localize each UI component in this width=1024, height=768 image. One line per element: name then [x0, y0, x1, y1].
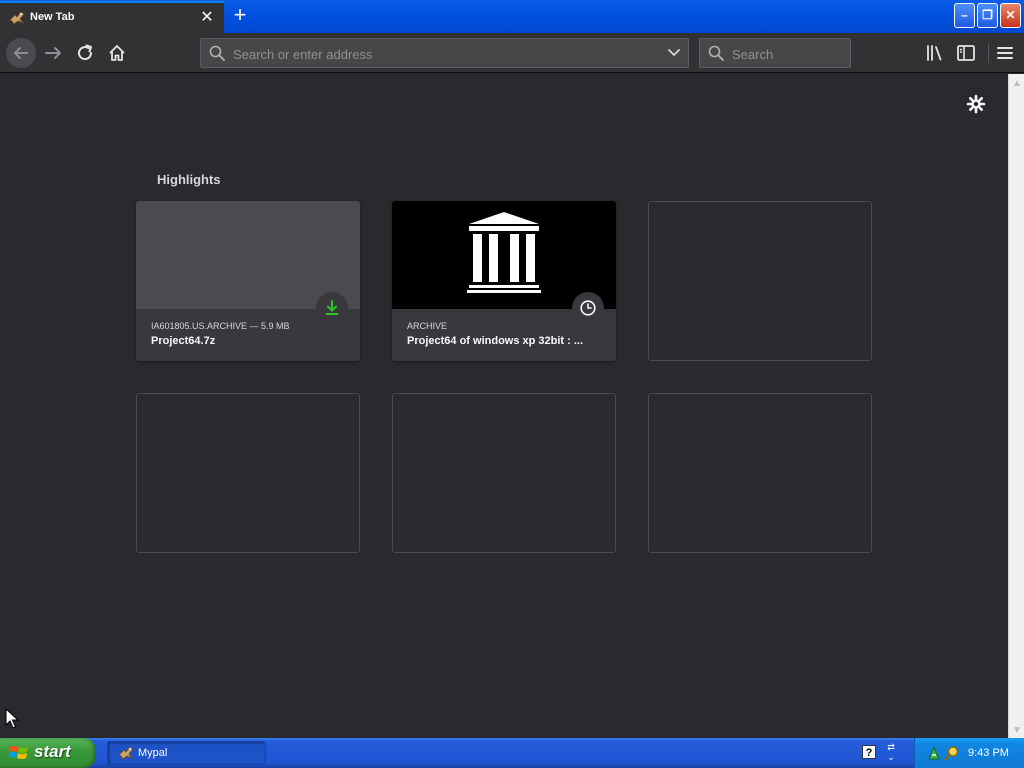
- library-icon[interactable]: [923, 41, 947, 65]
- home-icon[interactable]: [105, 41, 129, 65]
- card-source: IA601805.US.ARCHIVE — 5.9 MB: [151, 321, 290, 331]
- tab-new-tab[interactable]: New Tab ✕: [0, 1, 224, 33]
- tab-title: New Tab: [30, 11, 75, 23]
- scroll-down-arrow-icon[interactable]: ▼: [1012, 725, 1022, 736]
- help-icon[interactable]: ?: [862, 745, 876, 759]
- new-tab-button[interactable]: +: [229, 4, 251, 27]
- gear-icon[interactable]: [966, 94, 986, 114]
- vertical-scrollbar[interactable]: ▲ ▼: [1008, 74, 1024, 738]
- restore-icon: ❐: [982, 8, 993, 22]
- card-badge: [316, 292, 348, 324]
- taskbar-item-label: Mypal: [138, 747, 168, 759]
- card-title: Project64.7z: [151, 335, 216, 347]
- close-icon: ✕: [1005, 8, 1016, 22]
- restore-button[interactable]: ❐: [977, 3, 998, 28]
- forward-arrow-icon[interactable]: [42, 41, 66, 65]
- chevron-down-icon[interactable]: [667, 48, 681, 58]
- url-bar[interactable]: [200, 38, 689, 68]
- minimize-button[interactable]: –: [954, 3, 975, 28]
- close-window-button[interactable]: ✕: [1000, 3, 1021, 28]
- search-input[interactable]: [732, 46, 842, 62]
- windows-logo-icon: [9, 746, 28, 759]
- back-button[interactable]: [6, 38, 36, 68]
- search-icon: [708, 45, 724, 61]
- scroll-up-arrow-icon[interactable]: ▲: [1012, 78, 1022, 89]
- minimize-icon: –: [961, 8, 968, 22]
- card-badge: [572, 292, 604, 324]
- mypal-favicon-icon: [9, 11, 25, 25]
- start-label: start: [34, 742, 71, 761]
- taskbar-item-mypal[interactable]: Mypal: [107, 741, 266, 765]
- network-tray-icon[interactable]: [927, 745, 941, 761]
- history-icon: [580, 300, 596, 316]
- system-tray: 9:43 PM: [914, 738, 1024, 768]
- screen: New Tab ✕ + – ❐ ✕ Search or enter addres…: [0, 0, 1024, 768]
- empty-card-placeholder: [648, 393, 872, 553]
- mouse-cursor-icon: [5, 708, 19, 729]
- empty-card-placeholder: [648, 201, 872, 361]
- taskbar: start Mypal ? ⇄ ⌄ 9:43 PM: [0, 738, 1024, 768]
- language-switch-icon[interactable]: ⇄ ⌄: [884, 742, 898, 764]
- start-button[interactable]: start: [0, 738, 96, 768]
- card-source: ARCHIVE: [407, 321, 448, 331]
- reload-icon[interactable]: [73, 41, 97, 65]
- highlight-card[interactable]: ARCHIVE Project64 of windows xp 32bit : …: [392, 201, 616, 361]
- download-icon: [325, 300, 339, 315]
- empty-card-placeholder: [136, 393, 360, 553]
- highlight-card[interactable]: IA601805.US.ARCHIVE — 5.9 MB Project64.7…: [136, 201, 360, 361]
- section-title-highlights: Highlights: [157, 172, 221, 187]
- hamburger-menu-icon[interactable]: [993, 41, 1017, 65]
- mypal-app-icon: [118, 746, 134, 760]
- url-input[interactable]: [233, 46, 653, 62]
- back-arrow-icon: [14, 47, 28, 59]
- nav-toolbar: [0, 33, 1024, 73]
- archive-logo-icon: [467, 212, 541, 293]
- search-bar[interactable]: [699, 38, 851, 68]
- toolbar-divider: [988, 43, 989, 63]
- clock: 9:43 PM: [968, 747, 1009, 759]
- card-title: Project64 of windows xp 32bit : ...: [407, 335, 584, 347]
- search-tray-icon[interactable]: [944, 745, 960, 761]
- sidebar-icon[interactable]: [954, 41, 978, 65]
- new-tab-page: Highlights IA601805.US.ARCHIVE — 5.9 MB …: [0, 74, 1008, 738]
- close-tab-icon[interactable]: ✕: [198, 9, 216, 27]
- search-icon: [209, 45, 225, 61]
- title-bar: New Tab ✕ + – ❐ ✕: [0, 0, 1024, 33]
- empty-card-placeholder: [392, 393, 616, 553]
